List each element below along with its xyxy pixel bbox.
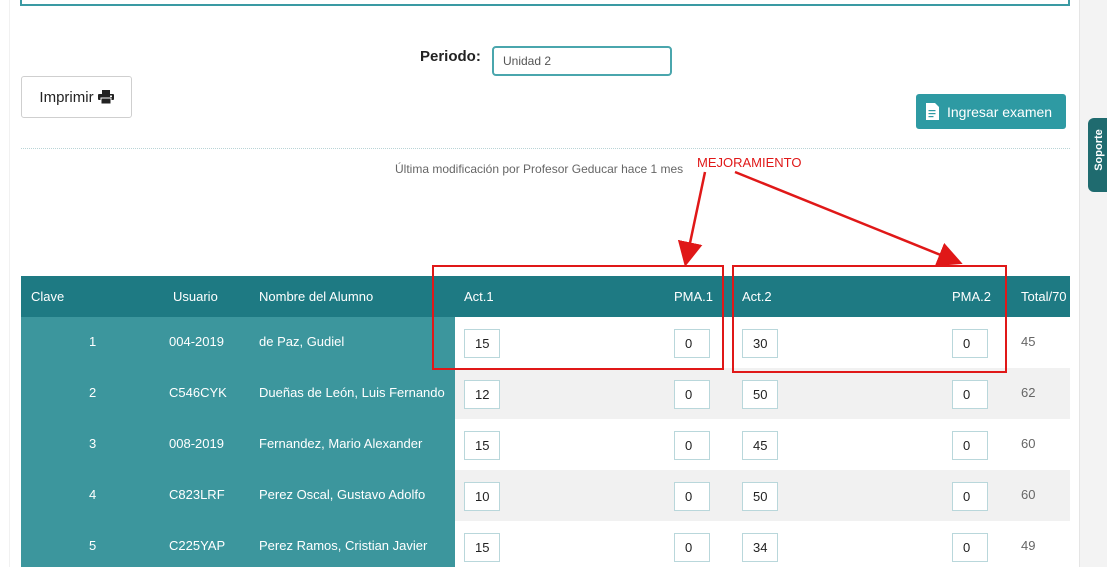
arrow-to-pma2 xyxy=(734,170,963,267)
annotation-arrows xyxy=(677,170,963,267)
grades-page: Soporte Periodo: Imprimir Ingresar exame… xyxy=(0,0,1107,567)
arrow-to-pma1 xyxy=(677,171,707,267)
